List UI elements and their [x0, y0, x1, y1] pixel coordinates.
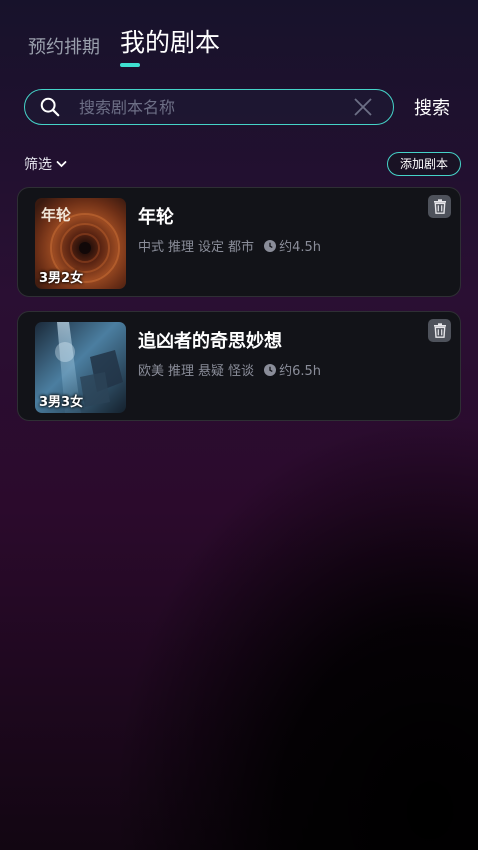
filter-dropdown[interactable]: 筛选 — [24, 154, 67, 174]
script-duration: 约6.5h — [279, 364, 321, 379]
script-cover-image: 年轮 3男2女 — [35, 198, 126, 289]
tab-schedule[interactable]: 预约排期 — [28, 36, 100, 60]
delete-button[interactable] — [428, 319, 451, 342]
tab-bar: 预约排期 我的剧本 — [28, 26, 221, 67]
search-icon — [40, 97, 60, 117]
search-box — [24, 89, 394, 125]
script-card[interactable]: 3男3女 追凶者的奇思妙想 欧美 推理 悬疑 怪谈 约6.5h — [17, 311, 461, 421]
clock-icon — [264, 239, 277, 252]
search-input[interactable] — [77, 96, 353, 118]
script-cover-image: 3男3女 — [35, 322, 126, 413]
cover-title-text: 年轮 — [41, 206, 71, 224]
filter-label: 筛选 — [24, 157, 52, 173]
script-tag: 欧美 — [138, 364, 165, 379]
filter-row: 筛选 添加剧本 — [24, 152, 461, 176]
clock-icon — [264, 363, 277, 376]
trash-icon — [433, 199, 446, 214]
script-tag: 推理 — [168, 364, 195, 379]
script-card[interactable]: 年轮 3男2女 年轮 中式 推理 设定 都市 约4.5h — [17, 187, 461, 297]
script-tag: 悬疑 — [198, 364, 225, 379]
delete-button[interactable] — [428, 195, 451, 218]
script-tag: 怪谈 — [228, 364, 255, 379]
add-script-button[interactable]: 添加剧本 — [386, 152, 461, 176]
tab-my-scripts[interactable]: 我的剧本 — [120, 26, 221, 67]
script-tag: 设定 — [198, 240, 225, 255]
script-title: 追凶者的奇思妙想 — [138, 331, 282, 352]
script-tag: 都市 — [228, 240, 255, 255]
active-tab-indicator — [120, 63, 140, 67]
trash-icon — [433, 323, 446, 338]
script-title: 年轮 — [138, 207, 174, 228]
script-duration: 约4.5h — [279, 240, 321, 255]
script-tag: 中式 — [138, 240, 165, 255]
clear-icon[interactable] — [353, 97, 373, 117]
player-count-badge: 3男3女 — [39, 395, 84, 410]
chevron-down-icon — [56, 161, 67, 168]
search-button[interactable]: 搜索 — [414, 94, 450, 120]
script-tag: 推理 — [168, 240, 195, 255]
script-meta: 欧美 推理 悬疑 怪谈 约6.5h — [138, 360, 321, 379]
player-count-badge: 3男2女 — [39, 271, 84, 286]
tab-my-scripts-label: 我的剧本 — [120, 28, 221, 57]
script-meta: 中式 推理 设定 都市 约4.5h — [138, 236, 321, 255]
search-row: 搜索 — [24, 89, 456, 125]
